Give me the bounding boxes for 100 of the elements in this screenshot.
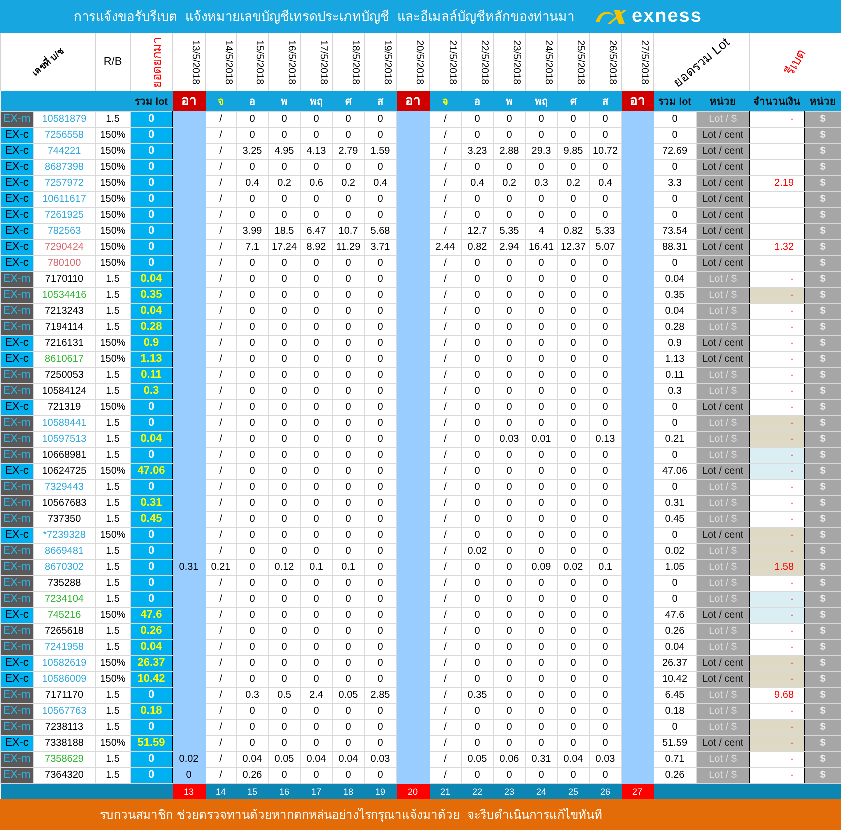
table-cell: 0 xyxy=(462,112,494,128)
table-cell: $ xyxy=(804,736,841,752)
table-cell: 745216 xyxy=(34,608,96,624)
column-header: 16/5/2018 xyxy=(286,40,297,85)
table-cell: / xyxy=(430,576,462,592)
table-cell: 0 xyxy=(494,128,526,144)
table-cell: / xyxy=(430,736,462,752)
table-cell: 0 xyxy=(268,592,301,608)
table-cell: / xyxy=(206,736,237,752)
table-cell: 0 xyxy=(526,272,558,288)
table-cell: 0 xyxy=(494,688,526,704)
table-cell: 0 xyxy=(236,592,269,608)
table-cell: EX-m xyxy=(0,704,34,720)
column-header: จ xyxy=(430,91,462,112)
table-cell: 0 xyxy=(332,528,365,544)
table-cell: 0 xyxy=(268,624,301,640)
table-cell: 0 xyxy=(332,208,365,224)
table-cell: 0 xyxy=(236,464,269,480)
table-cell: 0.02 xyxy=(462,544,494,560)
table-cell: 0 xyxy=(494,592,526,608)
table-cell: 0 xyxy=(526,672,558,688)
table-cell: EX-m xyxy=(0,272,34,288)
table-cell: 0 xyxy=(236,480,269,496)
column-header: หน่วย xyxy=(804,91,841,112)
table-cell: 0 xyxy=(526,528,558,544)
column-header: อา xyxy=(622,91,654,112)
table-cell: $ xyxy=(804,224,841,240)
table-cell: $ xyxy=(804,768,841,784)
table-cell: 0 xyxy=(332,368,365,384)
table-cell: 0 xyxy=(494,288,526,304)
table-cell: / xyxy=(206,448,237,464)
table-cell: 0 xyxy=(300,288,333,304)
table-cell: 0.5 xyxy=(268,688,301,704)
table-cell: 0 xyxy=(332,160,365,176)
table-cell: 0.9 xyxy=(130,336,173,352)
table-cell: 51.59 xyxy=(130,736,173,752)
table-cell: 721319 xyxy=(34,400,96,416)
table-cell: Lot / cent xyxy=(696,608,750,624)
table-cell: 0 xyxy=(300,736,333,752)
table-cell: 0 xyxy=(300,352,333,368)
table-cell: / xyxy=(206,752,237,768)
table-cell: 10589441 xyxy=(34,416,96,432)
table-cell: - xyxy=(750,672,805,688)
table-cell: 12.37 xyxy=(558,240,590,256)
table-cell: 0 xyxy=(268,480,301,496)
table-cell: 0 xyxy=(558,192,590,208)
table-cell: 0.31 xyxy=(526,752,558,768)
table-cell: / xyxy=(430,560,462,576)
table-cell: $ xyxy=(804,592,841,608)
table-cell: EX-m xyxy=(0,320,34,336)
table-cell: / xyxy=(430,112,462,128)
table-cell: 0.04 xyxy=(130,640,173,656)
table-cell: / xyxy=(430,192,462,208)
table-cell: 0.4 xyxy=(236,176,269,192)
table-cell: 0 xyxy=(462,448,494,464)
table-cell: Lot / $ xyxy=(696,384,750,400)
table-cell: 0 xyxy=(332,496,365,512)
table-cell: 0 xyxy=(332,720,365,736)
table-cell: 2.88 xyxy=(494,144,526,160)
table-cell: / xyxy=(430,672,462,688)
table-cell: / xyxy=(206,368,237,384)
table-cell: 10582619 xyxy=(34,656,96,672)
table-cell: 0 xyxy=(526,496,558,512)
table-cell: 0 xyxy=(558,208,590,224)
table-cell: 0 xyxy=(332,640,365,656)
table-cell: 0 xyxy=(558,336,590,352)
table-cell: 0.04 xyxy=(236,752,269,768)
table-cell: EX-c xyxy=(0,400,34,416)
table-cell: 0 xyxy=(236,736,269,752)
table-cell: 0 xyxy=(494,640,526,656)
table-cell: / xyxy=(430,656,462,672)
table-cell: 0 xyxy=(300,704,333,720)
table-cell: Lot / $ xyxy=(696,416,750,432)
table-cell: Lot / $ xyxy=(696,576,750,592)
table-cell: 0 xyxy=(332,112,365,128)
table-cell: / xyxy=(430,448,462,464)
table-cell: 16.41 xyxy=(526,240,558,256)
table-cell: / xyxy=(206,512,237,528)
column-header: พ xyxy=(494,91,526,112)
table-cell: / xyxy=(206,704,237,720)
table-cell: / xyxy=(206,176,237,192)
table-cell: 0 xyxy=(300,336,333,352)
table-cell: 0.31 xyxy=(130,496,173,512)
table-cell: 8669481 xyxy=(34,544,96,560)
table-cell: 7238113 xyxy=(34,720,96,736)
table-cell: 0 xyxy=(300,512,333,528)
table-cell: 0 xyxy=(268,496,301,512)
table-cell: $ xyxy=(804,544,841,560)
table-cell: 0 xyxy=(300,416,333,432)
table-cell: 0 xyxy=(526,688,558,704)
table-cell: 0 xyxy=(300,272,333,288)
table-cell: Lot / $ xyxy=(696,544,750,560)
table-cell: EX-c xyxy=(0,352,34,368)
table-cell: 0 xyxy=(300,656,333,672)
table-cell: 0 xyxy=(130,576,173,592)
table-cell: 0 xyxy=(268,608,301,624)
table-cell: / xyxy=(206,400,237,416)
column-header: 14/5/2018 xyxy=(222,40,234,85)
table-cell: / xyxy=(430,384,462,400)
table-cell: 0 xyxy=(462,352,494,368)
